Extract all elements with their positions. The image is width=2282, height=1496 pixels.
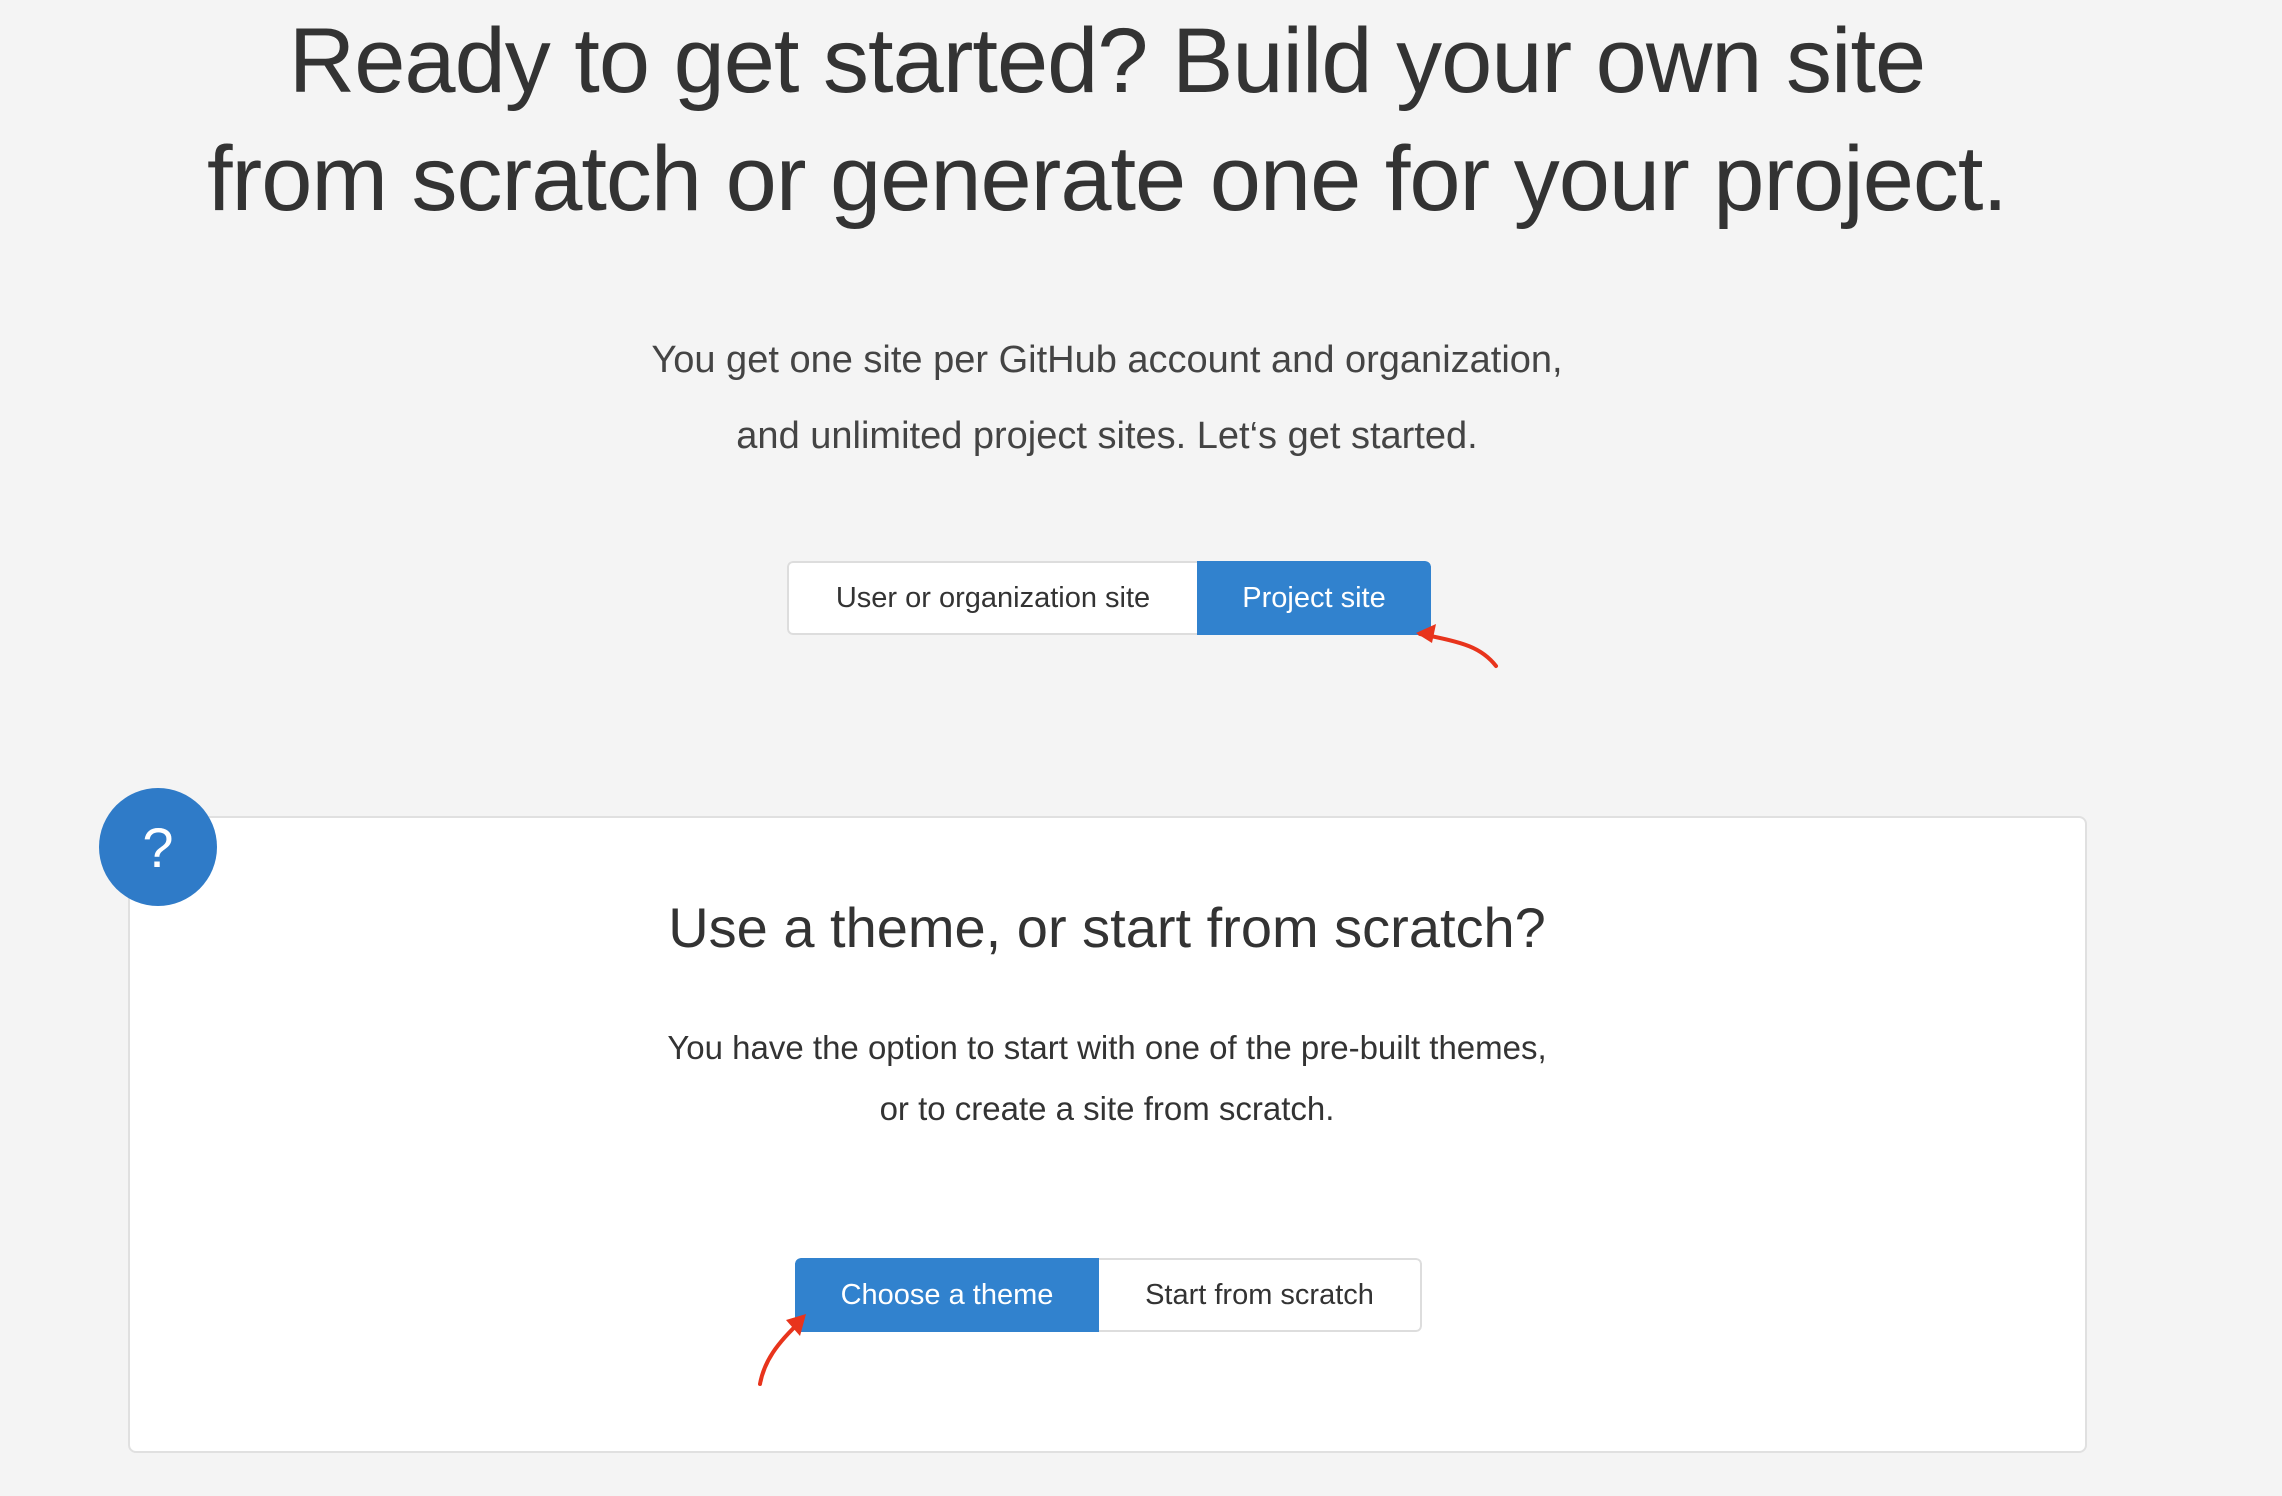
choose-a-theme-button[interactable]: Choose a theme	[795, 1258, 1099, 1332]
arrow-icon	[1416, 624, 1498, 668]
hero-subtitle-line-1: You get one site per GitHub account and …	[651, 339, 1563, 381]
theme-panel-description: You have the option to start with one of…	[0, 1017, 2214, 1139]
hero-subtitle-line-2: and unlimited project sites. Let‘s get s…	[736, 415, 1478, 457]
arrow-icon	[758, 1314, 806, 1386]
project-site-button[interactable]: Project site	[1197, 561, 1431, 635]
theme-choice-toggle: Choose a theme Start from scratch	[795, 1258, 1422, 1332]
hero-subtitle: You get one site per GitHub account and …	[0, 322, 2214, 474]
user-or-organization-site-button[interactable]: User or organization site	[787, 561, 1197, 635]
site-type-toggle: User or organization site Project site	[787, 561, 1431, 635]
hero-title-line-2: from scratch or generate one for your pr…	[207, 128, 2008, 230]
theme-panel-description-line-2: or to create a site from scratch.	[879, 1090, 1335, 1127]
start-from-scratch-button[interactable]: Start from scratch	[1099, 1258, 1422, 1332]
theme-panel-title: Use a theme, or start from scratch?	[668, 896, 1546, 959]
theme-panel-description-line-1: You have the option to start with one of…	[667, 1029, 1547, 1066]
hero-title: Ready to get started? Build your own sit…	[0, 2, 2214, 238]
hero-title-line-1: Ready to get started? Build your own sit…	[288, 10, 1926, 112]
